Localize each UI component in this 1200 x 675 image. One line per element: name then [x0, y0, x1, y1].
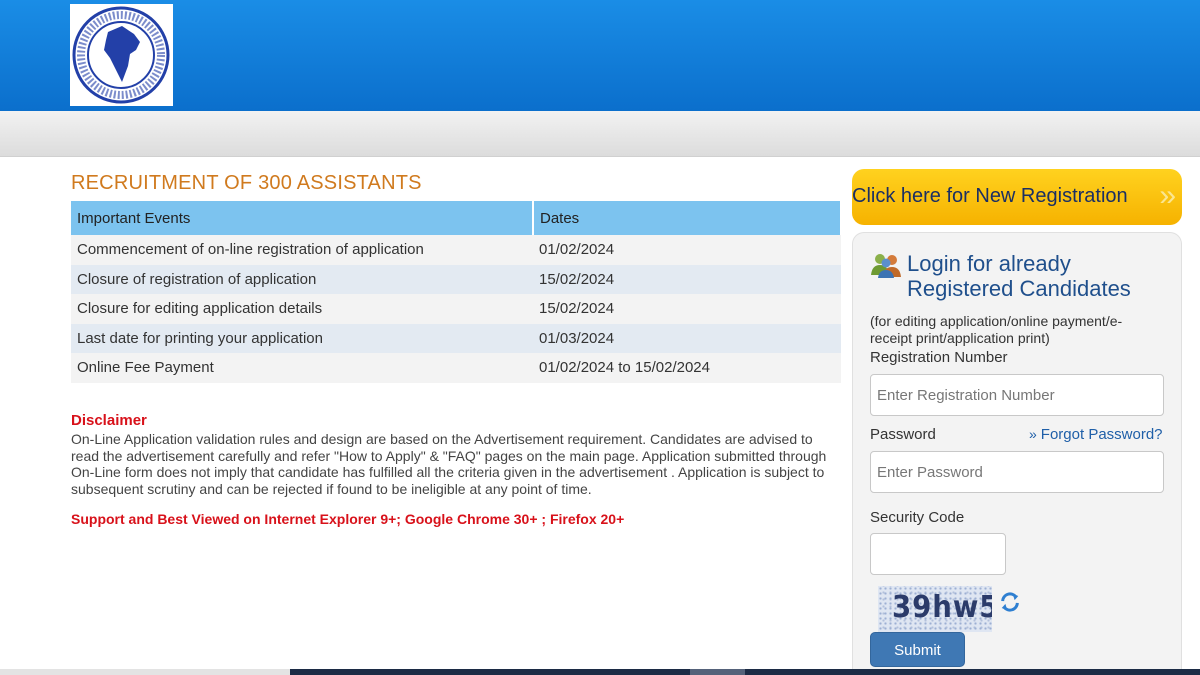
nav-bar: [0, 111, 1200, 157]
password-label: Password: [870, 426, 936, 443]
security-code-label: Security Code: [870, 509, 965, 526]
forgot-password-link[interactable]: » Forgot Password?: [1029, 426, 1163, 443]
page-title: RECRUITMENT OF 300 ASSISTANTS: [71, 172, 422, 194]
new-registration-button[interactable]: Click here for New Registration »: [852, 169, 1182, 225]
date-cell: 15/02/2024: [533, 264, 841, 294]
table-row: Closure for editing application details …: [71, 294, 841, 324]
login-title: Login for already Registered Candidates: [907, 251, 1131, 301]
event-cell: Last date for printing your application: [71, 323, 533, 353]
disclaimer-text: On-Line Application validation rules and…: [71, 431, 827, 497]
date-cell: 01/03/2024: [533, 323, 841, 353]
event-cell: Online Fee Payment: [71, 353, 533, 383]
column-header-dates: Dates: [533, 201, 842, 235]
captcha-code: 39hw5: [892, 590, 992, 625]
registration-number-input[interactable]: [870, 374, 1164, 416]
login-note: (for editing application/online payment/…: [870, 313, 1123, 346]
users-icon: [871, 254, 901, 278]
disclaimer-title: Disclaimer: [71, 412, 147, 429]
login-panel: Login for already Registered Candidates …: [852, 232, 1182, 675]
table-row: Online Fee Payment 01/02/2024 to 15/02/2…: [71, 353, 841, 383]
event-cell: Closure of registration of application: [71, 264, 533, 294]
new-registration-label: Click here for New Registration: [852, 185, 1128, 207]
table-row: Commencement of on-line registration of …: [71, 235, 841, 265]
table-row: Last date for printing your application …: [71, 323, 841, 353]
date-cell: 01/02/2024: [533, 235, 841, 265]
registration-number-label: Registration Number: [870, 349, 1008, 366]
footer-strip-left: [0, 669, 290, 675]
forgot-password-label: Forgot Password?: [1040, 426, 1163, 443]
captcha-image: 39hw5: [878, 586, 992, 632]
browser-support-note: Support and Best Viewed on Internet Expl…: [71, 511, 625, 527]
important-events-table: Important Events Dates Commencement of o…: [71, 201, 842, 383]
submit-button[interactable]: Submit: [870, 632, 965, 667]
security-code-input[interactable]: [870, 533, 1006, 575]
footer-strip-mid: [690, 669, 745, 675]
event-cell: Closure for editing application details: [71, 294, 533, 324]
date-cell: 01/02/2024 to 15/02/2024: [533, 353, 841, 383]
refresh-icon[interactable]: [999, 591, 1021, 613]
site-header: [0, 0, 1200, 111]
chevron-double-right-icon: »: [1029, 426, 1037, 442]
company-logo[interactable]: [70, 4, 173, 106]
column-header-events: Important Events: [71, 201, 534, 235]
date-cell: 15/02/2024: [533, 294, 841, 324]
event-cell: Commencement of on-line registration of …: [71, 235, 533, 265]
logo-emblem-icon: [72, 6, 170, 104]
table-header-row: Important Events Dates: [71, 201, 842, 235]
table-row: Closure of registration of application 1…: [71, 264, 841, 294]
footer-strip: [0, 669, 1200, 675]
chevron-double-right-icon: »: [1159, 179, 1176, 212]
password-input[interactable]: [870, 451, 1164, 493]
